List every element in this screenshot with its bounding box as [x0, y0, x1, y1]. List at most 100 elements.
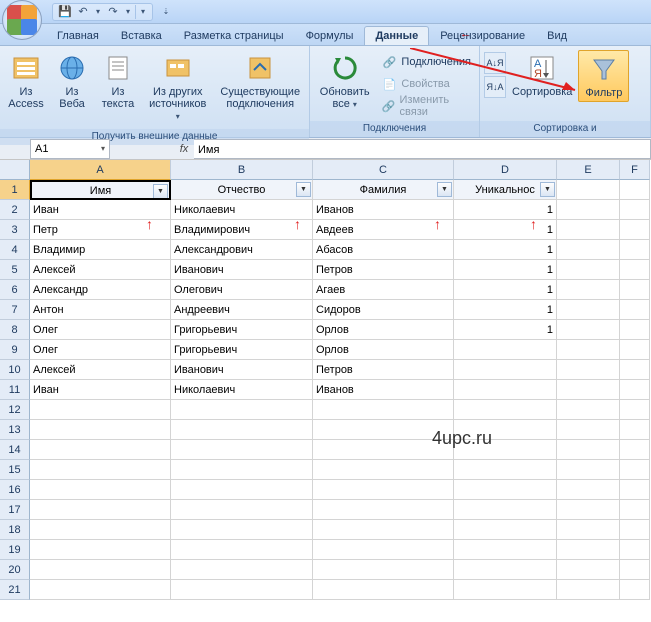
cell[interactable]	[557, 360, 620, 380]
cell[interactable]	[557, 400, 620, 420]
cell[interactable]: Орлов	[313, 320, 454, 340]
tab-data[interactable]: Данные	[364, 26, 429, 45]
cell[interactable]: 1	[454, 220, 557, 240]
tab-view[interactable]: Вид	[536, 26, 578, 45]
redo-icon[interactable]: ↷	[105, 4, 121, 20]
cell[interactable]	[454, 480, 557, 500]
row-header[interactable]: 12	[0, 400, 30, 420]
cell[interactable]: Иванович	[171, 360, 313, 380]
cell[interactable]	[620, 360, 650, 380]
cell[interactable]	[454, 400, 557, 420]
cell[interactable]	[171, 460, 313, 480]
qat-customize-icon[interactable]: ▾	[138, 4, 148, 20]
row-header[interactable]: 4	[0, 240, 30, 260]
cell[interactable]	[557, 580, 620, 600]
row-header[interactable]: 3	[0, 220, 30, 240]
cell[interactable]	[557, 520, 620, 540]
tab-review[interactable]: Рецензирование	[429, 26, 536, 45]
cell[interactable]	[30, 440, 171, 460]
tab-home[interactable]: Главная	[46, 26, 110, 45]
filter-button[interactable]: Фильтр	[578, 50, 629, 102]
col-header-B[interactable]: B	[171, 160, 313, 180]
cell-A1[interactable]: Имя▼	[30, 180, 171, 200]
cell-C1[interactable]: Фамилия▼	[313, 180, 454, 200]
cell[interactable]: Иванов	[313, 200, 454, 220]
cell[interactable]	[557, 220, 620, 240]
row-header[interactable]: 13	[0, 420, 30, 440]
cell[interactable]	[620, 520, 650, 540]
row-header[interactable]: 19	[0, 540, 30, 560]
cell[interactable]: 1	[454, 200, 557, 220]
row-header[interactable]: 8	[0, 320, 30, 340]
cell[interactable]	[30, 580, 171, 600]
cell[interactable]	[557, 240, 620, 260]
row-header[interactable]: 18	[0, 520, 30, 540]
cell[interactable]: Олег	[30, 320, 171, 340]
cell[interactable]: Александр	[30, 280, 171, 300]
cell[interactable]: Сидоров	[313, 300, 454, 320]
col-header-D[interactable]: D	[454, 160, 557, 180]
cell[interactable]	[557, 480, 620, 500]
cell[interactable]: Иванов	[313, 380, 454, 400]
cell[interactable]	[557, 560, 620, 580]
cell[interactable]	[171, 480, 313, 500]
cell[interactable]: Николаевич	[171, 200, 313, 220]
cell[interactable]	[171, 500, 313, 520]
filter-dropdown-icon[interactable]: ▼	[540, 182, 555, 197]
cell[interactable]: Андреевич	[171, 300, 313, 320]
cell[interactable]	[620, 340, 650, 360]
cell[interactable]	[557, 500, 620, 520]
cell[interactable]	[557, 260, 620, 280]
cell[interactable]	[620, 580, 650, 600]
cell[interactable]: Петров	[313, 360, 454, 380]
row-header[interactable]: 7	[0, 300, 30, 320]
fx-icon[interactable]: fx	[174, 143, 194, 155]
cell[interactable]	[557, 340, 620, 360]
cell[interactable]	[30, 540, 171, 560]
undo-icon[interactable]: ↶	[75, 4, 91, 20]
cell[interactable]: Иван	[30, 380, 171, 400]
row-header[interactable]: 21	[0, 580, 30, 600]
cell[interactable]	[557, 380, 620, 400]
cell[interactable]	[454, 340, 557, 360]
cell[interactable]: Иванович	[171, 260, 313, 280]
cell[interactable]	[620, 460, 650, 480]
filter-dropdown-icon[interactable]: ▼	[153, 184, 168, 199]
cell[interactable]	[557, 540, 620, 560]
cell[interactable]	[557, 200, 620, 220]
row-header[interactable]: 15	[0, 460, 30, 480]
cell[interactable]: Авдеев	[313, 220, 454, 240]
properties-button[interactable]: 📄Свойства	[377, 74, 475, 94]
row-header[interactable]: 2	[0, 200, 30, 220]
cell[interactable]	[30, 520, 171, 540]
cell[interactable]	[620, 480, 650, 500]
cell[interactable]	[313, 580, 454, 600]
cell[interactable]	[30, 460, 171, 480]
refresh-all-button[interactable]: Обновить все ▾	[314, 50, 375, 113]
from-other-button[interactable]: Из других источников ▾	[142, 50, 213, 125]
row-header[interactable]: 6	[0, 280, 30, 300]
chevron-down-icon[interactable]: ▾	[101, 144, 105, 153]
cell[interactable]: Олег	[30, 340, 171, 360]
cell[interactable]	[620, 540, 650, 560]
cell[interactable]	[557, 320, 620, 340]
filter-dropdown-icon[interactable]: ▼	[437, 182, 452, 197]
row-header[interactable]: 16	[0, 480, 30, 500]
cell[interactable]: 1	[454, 300, 557, 320]
cell[interactable]	[620, 240, 650, 260]
cell-D1[interactable]: Уникальнос▼	[454, 180, 557, 200]
cell[interactable]: Николаевич	[171, 380, 313, 400]
cell[interactable]	[30, 500, 171, 520]
cell[interactable]: Антон	[30, 300, 171, 320]
tab-formulas[interactable]: Формулы	[295, 26, 365, 45]
cell[interactable]	[313, 540, 454, 560]
cell[interactable]	[557, 440, 620, 460]
cell[interactable]	[620, 420, 650, 440]
row-header[interactable]: 11	[0, 380, 30, 400]
cell[interactable]	[171, 540, 313, 560]
cell[interactable]	[30, 480, 171, 500]
row-header[interactable]: 5	[0, 260, 30, 280]
cell[interactable]: 1	[454, 280, 557, 300]
cell[interactable]: Алексей	[30, 260, 171, 280]
redo-dropdown-icon[interactable]: ▾	[123, 4, 133, 20]
